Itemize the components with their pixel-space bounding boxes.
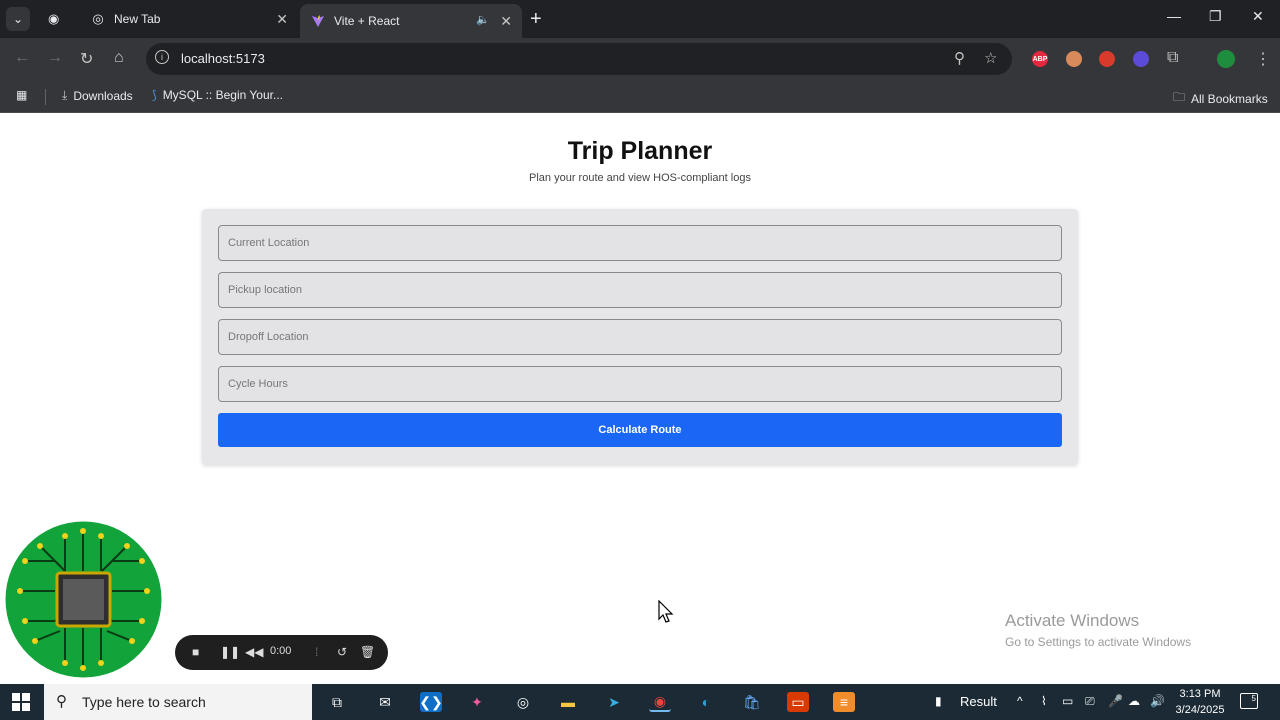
bookmark-mysql[interactable]: ⟆ MySQL :: Begin Your...: [152, 88, 283, 102]
obs-icon[interactable]: ◎: [512, 692, 534, 712]
wifi-icon[interactable]: ☁: [1128, 694, 1140, 708]
grid-icon[interactable]: ⁞: [315, 645, 318, 659]
mouse-cursor-icon: [658, 600, 674, 623]
search-placeholder: Type here to search: [82, 694, 206, 710]
bookmark-label: Downloads: [73, 88, 133, 103]
rewind-icon[interactable]: ◀◀: [245, 645, 263, 659]
record-icon: ◉: [48, 11, 60, 26]
bookmark-star-icon[interactable]: ☆: [984, 49, 997, 67]
back-icon[interactable]: ←: [14, 49, 30, 67]
recording-toolbar: ■ ❚❚ ◀◀ 0:00 ⁞ ↺ 🗑: [175, 635, 388, 670]
tab-vite-react[interactable]: Vite + React 🔈 ✕: [300, 4, 522, 38]
page-subtitle: Plan your route and view HOS-compliant l…: [529, 172, 751, 184]
windows-start-icon[interactable]: [12, 693, 30, 711]
notification-center-icon[interactable]: 5: [1240, 693, 1258, 709]
home-icon[interactable]: ⌂: [114, 49, 124, 67]
reload-icon[interactable]: ↻: [80, 49, 93, 69]
tab-close-icon[interactable]: ✕: [276, 11, 288, 28]
network-icon[interactable]: ⌇: [1041, 694, 1047, 708]
restore-icon[interactable]: ❐: [1209, 8, 1222, 25]
chrome-icon: ◎: [92, 11, 104, 26]
tab-search-button[interactable]: ⌄: [6, 7, 30, 31]
task-view-icon[interactable]: ⧉: [326, 692, 348, 712]
folder-icon: 🗀: [1173, 90, 1186, 104]
show-hidden-icons-chevron-icon[interactable]: ^: [1017, 694, 1023, 708]
tray-result-label[interactable]: Result: [960, 694, 997, 709]
cycle-hours-input[interactable]: [218, 366, 1062, 402]
store-icon[interactable]: 🛍: [741, 692, 763, 712]
address-url[interactable]: localhost:5173: [181, 51, 265, 66]
office-icon[interactable]: ▭: [787, 692, 809, 712]
chrome-taskbar-icon[interactable]: ◉: [649, 692, 671, 712]
forward-icon[interactable]: →: [47, 49, 63, 67]
adblock-extension-icon[interactable]: ABP: [1032, 51, 1048, 67]
clock-time: 3:13 PM: [1179, 688, 1221, 700]
system-clock[interactable]: 3:13 PM 3/24/2025: [1170, 686, 1230, 718]
menu-kebab-icon[interactable]: ⋮: [1255, 49, 1271, 69]
page-content: Trip Planner Plan your route and view HO…: [0, 113, 1280, 684]
sublime-icon[interactable]: ≡: [833, 692, 855, 712]
search-icon: ⚲: [56, 693, 67, 710]
calculate-route-button[interactable]: Calculate Route: [218, 413, 1062, 447]
tab-title: New Tab: [114, 12, 161, 26]
page-title: Trip Planner: [567, 137, 713, 165]
restart-icon[interactable]: ↺: [337, 645, 347, 659]
tab-new-tab[interactable]: ◎ New Tab ✕: [80, 4, 298, 34]
vite-icon: [310, 13, 326, 29]
minimize-icon[interactable]: —: [1167, 8, 1181, 24]
mysql-icon: ⟆: [152, 88, 157, 102]
extension-icon[interactable]: [1133, 51, 1149, 67]
extension-icon[interactable]: [1066, 51, 1082, 67]
pickup-location-input[interactable]: [218, 272, 1062, 308]
download-icon: ⤓: [62, 88, 68, 102]
extensions-puzzle-icon[interactable]: ⧉: [1167, 49, 1178, 67]
all-bookmarks-button[interactable]: 🗀 All Bookmarks: [1173, 88, 1268, 109]
pause-icon[interactable]: ❚❚: [220, 645, 240, 659]
new-tab-plus-icon[interactable]: +: [530, 8, 542, 31]
recording-time: 0:00: [270, 645, 292, 657]
divider: [45, 89, 46, 105]
tab-pinned[interactable]: ◉: [38, 4, 74, 34]
bookmark-label: MySQL :: Begin Your...: [162, 88, 283, 102]
bookmark-downloads[interactable]: ⤓ Downloads: [62, 88, 133, 103]
microphone-icon[interactable]: 🎤: [1108, 694, 1123, 708]
extension-icon[interactable]: [1099, 51, 1115, 67]
site-info-icon[interactable]: i: [155, 50, 169, 64]
telegram-icon[interactable]: ➤: [603, 692, 625, 712]
meet-icon[interactable]: ⎚: [1085, 694, 1095, 709]
vscode-icon[interactable]: ❮❯: [419, 692, 443, 712]
volume-icon[interactable]: 🔊: [1150, 694, 1165, 708]
tab-title: Vite + React: [334, 14, 400, 28]
edge-icon[interactable]: ◐: [695, 692, 717, 712]
profile-avatar[interactable]: [1217, 50, 1235, 68]
windows-taskbar: ⚲ Type here to search ⧉ ✉ ❮❯ ✦ ◎ ▬ ➤ ◉ ◐…: [0, 684, 1280, 720]
apps-grid-icon[interactable]: ▦: [16, 88, 27, 102]
clock-date: 3/24/2025: [1175, 704, 1225, 716]
stop-icon[interactable]: ■: [192, 645, 199, 659]
watermark-title: Activate Windows: [1005, 611, 1140, 630]
tab-close-icon[interactable]: ✕: [500, 13, 512, 30]
zoom-icon[interactable]: ⚲: [954, 49, 965, 67]
browser-toolbar: ← → ↻ ⌂ i localhost:5173 ⚲ ☆ ABP ⧉ ⋮: [0, 38, 1280, 80]
window-close-icon[interactable]: ✕: [1252, 8, 1264, 25]
current-location-input[interactable]: [218, 225, 1062, 261]
all-bookmarks-label: All Bookmarks: [1191, 91, 1268, 106]
copilot-icon[interactable]: ✦: [466, 692, 488, 712]
circuit-board-overlay: [5, 521, 162, 678]
taskbar-search[interactable]: ⚲ Type here to search: [44, 684, 312, 720]
tab-strip: ⌄ ◉ ◎ New Tab ✕ Vite + React 🔈 ✕ + — ❐ ✕: [0, 0, 1280, 38]
speaker-icon[interactable]: 🔈: [476, 13, 490, 26]
trip-form: Calculate Route: [202, 209, 1078, 465]
address-bar[interactable]: i localhost:5173 ⚲ ☆: [146, 43, 1012, 75]
trash-icon[interactable]: 🗑: [360, 645, 375, 659]
bookmarks-bar: ▦ ⤓ Downloads ⟆ MySQL :: Begin Your... 🗀…: [0, 80, 1280, 113]
battery-icon[interactable]: ▭: [1062, 694, 1073, 708]
watermark-subtitle: Go to Settings to activate Windows: [1005, 635, 1192, 649]
chevron-down-icon: ⌄: [12, 12, 24, 26]
mail-icon[interactable]: ✉: [374, 692, 396, 712]
nba-icon[interactable]: ▮: [935, 694, 942, 708]
activate-windows-watermark: Activate Windows Go to Settings to activ…: [1005, 611, 1191, 649]
file-explorer-icon[interactable]: ▬: [557, 692, 579, 712]
dropoff-location-input[interactable]: [218, 319, 1062, 355]
